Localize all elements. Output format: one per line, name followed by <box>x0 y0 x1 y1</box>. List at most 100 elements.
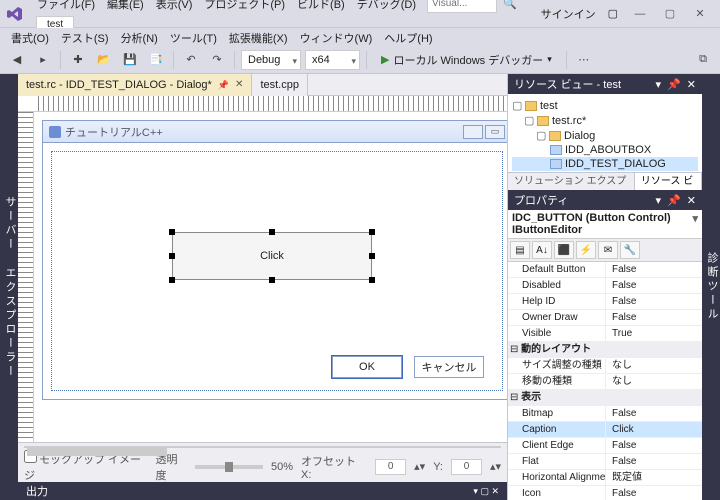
maximize-button[interactable]: ▢ <box>656 4 684 24</box>
resize-handle[interactable] <box>369 277 375 283</box>
titlebar: ファイル(F) 編集(E) 表示(V) プロジェクト(P) ビルド(B) デバッ… <box>0 0 720 28</box>
overrides-button[interactable]: 🔧 <box>620 241 640 259</box>
design-canvas[interactable]: チュートリアルC++ ▭ Click <box>34 112 507 442</box>
menu-window[interactable]: ウィンドウ(W) <box>295 28 378 44</box>
document-tabs: test.rc - IDD_TEST_DIALOG - Dialog* 📌 ✕ … <box>18 74 507 96</box>
property-row[interactable]: CaptionClick <box>508 422 702 438</box>
resize-handle[interactable] <box>269 229 275 235</box>
property-row[interactable]: Owner DrawFalse <box>508 310 702 326</box>
selected-button-control[interactable]: Click <box>172 232 372 280</box>
close-icon[interactable]: ✕ <box>235 74 243 96</box>
menu-file[interactable]: ファイル(F) <box>32 0 100 14</box>
menu-extensions[interactable]: 拡張機能(X) <box>224 28 293 44</box>
dialog-titlebar: チュートリアルC++ ▭ <box>43 121 507 143</box>
dialog-client-area[interactable]: Click OK キャンセル <box>51 151 503 391</box>
menu-debug[interactable]: デバッグ(D) <box>352 0 421 14</box>
property-category[interactable]: 表示 <box>508 390 702 406</box>
opacity-slider[interactable] <box>195 465 263 469</box>
tab-resource-view[interactable]: リソース ビュー <box>635 173 702 190</box>
dialog-resource-icon <box>550 159 562 169</box>
menu-view[interactable]: 表示(V) <box>151 0 198 14</box>
resize-handle[interactable] <box>169 253 175 259</box>
offset-x-input[interactable]: 0 <box>375 459 406 475</box>
undo-button[interactable]: ↶ <box>180 49 202 71</box>
horizontal-scrollbar[interactable] <box>24 446 501 448</box>
property-row[interactable]: IconFalse <box>508 486 702 500</box>
ok-button[interactable]: OK <box>332 356 402 378</box>
properties-header[interactable]: プロパティ ▾📌✕ <box>508 190 702 210</box>
minimize-button[interactable]: — <box>626 4 654 24</box>
menu-format[interactable]: 書式(O) <box>6 28 54 44</box>
cancel-button[interactable]: キャンセル <box>414 356 484 378</box>
property-row[interactable]: BitmapFalse <box>508 406 702 422</box>
signin-link[interactable]: サインイン <box>535 6 602 22</box>
save-button[interactable]: 💾 <box>119 49 141 71</box>
avatar-icon[interactable]: ▢ <box>608 7 618 20</box>
tab-dialog-designer[interactable]: test.rc - IDD_TEST_DIALOG - Dialog* 📌 ✕ <box>18 74 252 96</box>
dialog-preview[interactable]: チュートリアルC++ ▭ Click <box>42 120 507 400</box>
dropdown-icon[interactable]: ▾ <box>656 78 662 91</box>
menu-analyze[interactable]: 分析(N) <box>116 28 163 44</box>
pin-icon[interactable]: 📌 <box>667 78 681 91</box>
resize-handle[interactable] <box>369 253 375 259</box>
close-button[interactable]: ✕ <box>686 4 714 24</box>
tab-testcpp[interactable]: test.cpp <box>252 74 308 96</box>
property-row[interactable]: サイズ調整の種類なし <box>508 358 702 374</box>
property-row[interactable]: Help IDFalse <box>508 294 702 310</box>
menu-build[interactable]: ビルド(B) <box>292 0 350 14</box>
new-project-button[interactable]: ✚ <box>67 49 89 71</box>
resource-tree[interactable]: ▢test ▢test.rc* ▢Dialog IDD_ABOUTBOX IDD… <box>508 94 702 172</box>
offset-y-input[interactable]: 0 <box>451 459 482 475</box>
offset-y-label: Y: <box>433 461 443 473</box>
pin-icon[interactable]: 📌 <box>218 74 229 96</box>
search-input[interactable] <box>427 0 497 13</box>
resource-view-header[interactable]: リソース ビュー - test ▾📌✕ <box>508 74 702 94</box>
property-row[interactable]: Client EdgeFalse <box>508 438 702 454</box>
open-button[interactable]: 📂 <box>93 49 115 71</box>
platform-combo[interactable]: x64 <box>305 50 360 70</box>
resize-handle[interactable] <box>169 229 175 235</box>
properties-button[interactable]: ⬛ <box>554 241 574 259</box>
property-row[interactable]: Default ButtonFalse <box>508 262 702 278</box>
resize-handle[interactable] <box>369 229 375 235</box>
alphabetical-button[interactable]: A↓ <box>532 241 552 259</box>
property-row[interactable]: 移動の種類なし <box>508 374 702 390</box>
ruler-horizontal <box>18 96 507 112</box>
diagnostic-tools-tab[interactable]: 診断ツール <box>704 252 720 322</box>
messages-button[interactable]: ✉ <box>598 241 618 259</box>
categorized-button[interactable]: ▤ <box>510 241 530 259</box>
live-share-icon[interactable]: ⧉ <box>692 49 714 71</box>
dialog-help-icon[interactable] <box>463 125 483 139</box>
right-rail: 診断ツール <box>702 74 720 500</box>
menu-help[interactable]: ヘルプ(H) <box>379 28 437 44</box>
toolbar-more[interactable]: ⋯ <box>573 49 595 71</box>
dialog-close-icon[interactable]: ▭ <box>485 125 505 139</box>
project-icon <box>525 101 537 111</box>
menu-project[interactable]: プロジェクト(P) <box>199 0 290 14</box>
nav-back-button[interactable]: ◀ <box>6 49 28 71</box>
property-category[interactable]: 動的レイアウト <box>508 342 702 358</box>
tab-solution-explorer[interactable]: ソリューション エクスプローラー <box>508 173 635 190</box>
run-button[interactable]: ▶ローカル Windows デバッガー▾ <box>373 49 560 71</box>
menu-tools[interactable]: ツール(T) <box>165 28 222 44</box>
save-all-button[interactable]: 📑 <box>145 49 167 71</box>
server-explorer-tab[interactable]: サーバー エクスプローラー <box>2 196 18 379</box>
close-icon[interactable]: ✕ <box>687 78 696 91</box>
events-button[interactable]: ⚡ <box>576 241 596 259</box>
left-rail: サーバー エクスプローラー ツールボックス <box>0 74 18 500</box>
property-grid[interactable]: Default ButtonFalseDisabledFalseHelp IDF… <box>508 262 702 500</box>
menu-edit[interactable]: 編集(E) <box>102 0 149 14</box>
resize-handle[interactable] <box>169 277 175 283</box>
search-icon[interactable]: 🔍 <box>503 0 517 10</box>
resize-handle[interactable] <box>269 277 275 283</box>
property-row[interactable]: Horizontal Alignme既定値 <box>508 470 702 486</box>
menu-test[interactable]: テスト(S) <box>56 28 114 44</box>
config-combo[interactable]: Debug <box>241 50 301 70</box>
nav-fwd-button[interactable]: ▸ <box>32 49 54 71</box>
property-row[interactable]: FlatFalse <box>508 454 702 470</box>
property-object-selector[interactable]: IDC_BUTTON (Button Control) IButtonEdito… <box>508 210 702 239</box>
property-row[interactable]: DisabledFalse <box>508 278 702 294</box>
redo-button[interactable]: ↷ <box>206 49 228 71</box>
output-pane-header[interactable]: 出力 ▾ ▢ ✕ <box>18 482 507 500</box>
property-row[interactable]: VisibleTrue <box>508 326 702 342</box>
